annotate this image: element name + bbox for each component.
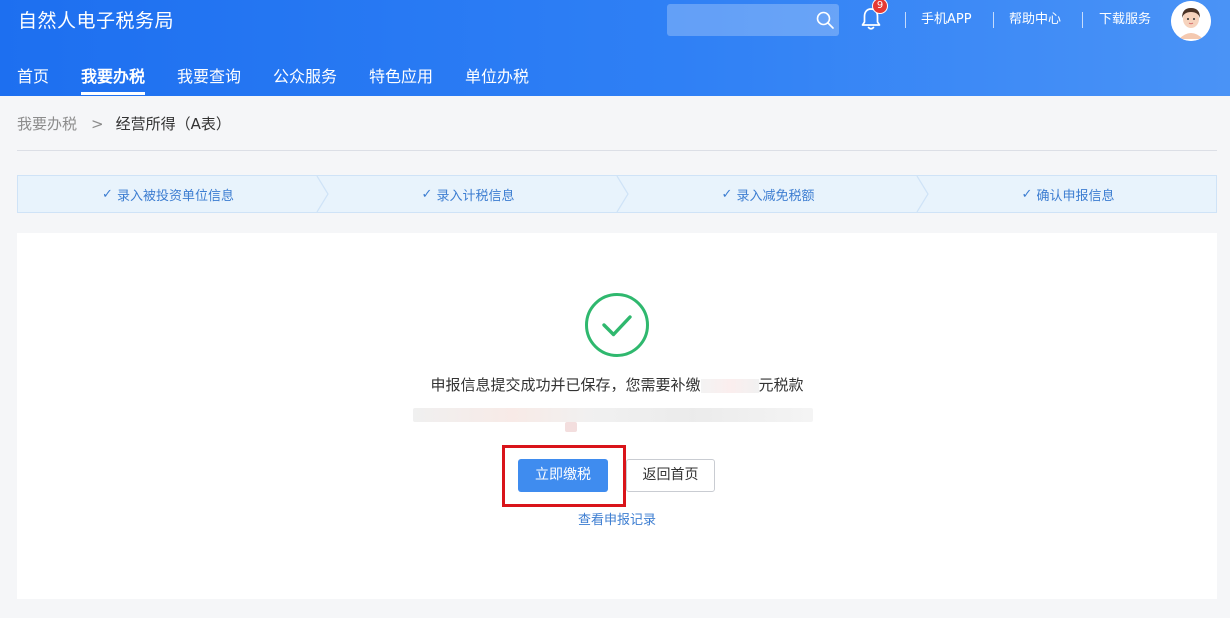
step-tax-info: ✓ 录入计税信息 — [318, 176, 618, 212]
download-link[interactable]: 下载服务 — [1099, 11, 1151, 29]
step-investee-info: ✓ 录入被投资单位信息 — [18, 176, 318, 212]
step-label: 录入计税信息 — [436, 188, 515, 204]
check-icon: ✓ — [1021, 186, 1033, 202]
divider — [993, 12, 994, 28]
breadcrumb: 我要办税 > 经营所得（A表） — [17, 113, 231, 135]
breadcrumb-root[interactable]: 我要办税 — [17, 115, 77, 133]
divider — [1082, 12, 1083, 28]
nav-item-query[interactable]: 我要查询 — [177, 66, 241, 88]
nav-item-tax-handling[interactable]: 我要办税 — [81, 66, 145, 88]
step-tax-relief: ✓ 录入减免税额 — [618, 176, 918, 212]
search-input[interactable] — [667, 4, 839, 36]
notification-badge: 9 — [872, 0, 888, 14]
redacted-info — [413, 408, 813, 422]
help-center-link[interactable]: 帮助中心 — [1009, 11, 1061, 29]
app-title: 自然人电子税务局 — [18, 10, 175, 32]
mobile-app-link[interactable]: 手机APP — [921, 11, 972, 29]
check-icon: ✓ — [421, 186, 433, 202]
success-message: 申报信息提交成功并已保存，您需要补缴 元税款 — [17, 374, 1217, 396]
avatar[interactable] — [1171, 1, 1211, 41]
result-card: 申报信息提交成功并已保存，您需要补缴 元税款 立即缴税 返回首页 查看申报记录 — [17, 233, 1217, 599]
step-label: 确认申报信息 — [1036, 188, 1115, 204]
success-check-icon — [585, 293, 649, 357]
return-home-button[interactable]: 返回首页 — [626, 459, 715, 492]
check-icon: ✓ — [721, 186, 733, 202]
divider — [17, 150, 1217, 151]
step-label: 录入被投资单位信息 — [116, 188, 234, 204]
check-icon: ✓ — [102, 186, 113, 202]
search-icon[interactable] — [815, 10, 835, 30]
step-confirm: ✓ 确认申报信息 — [918, 176, 1218, 212]
view-records-link: 查看申报记录 — [17, 511, 1217, 531]
progress-steps: ✓ 录入被投资单位信息 ✓ 录入计税信息 ✓ 录入减免税额 ✓ 确认申报信息 — [17, 175, 1217, 213]
redacted-amount — [700, 378, 759, 393]
nav-item-home[interactable]: 首页 — [17, 66, 49, 88]
divider — [905, 12, 906, 28]
pay-tax-button[interactable]: 立即缴税 — [518, 459, 608, 492]
nav-item-special-apps[interactable]: 特色应用 — [369, 66, 433, 88]
chevron-right-icon: > — [91, 115, 104, 133]
success-message-text: 申报信息提交成功并已保存，您需要补缴 — [430, 376, 701, 394]
active-tab-indicator — [81, 92, 145, 95]
step-label: 录入减免税额 — [736, 188, 815, 204]
nav-item-public-service[interactable]: 公众服务 — [273, 66, 337, 88]
view-records-link-text[interactable]: 查看申报记录 — [578, 513, 656, 528]
redacted-info — [565, 422, 577, 432]
success-message-tail: 元税款 — [758, 376, 804, 394]
top-header: 自然人电子税务局 9 手机APP 帮助中心 下载服务 首页 我要办税 我要查询 … — [0, 0, 1230, 96]
breadcrumb-current: 经营所得（A表） — [115, 115, 231, 133]
nav-item-unit-tax[interactable]: 单位办税 — [465, 66, 529, 88]
user-avatar-icon — [1171, 1, 1211, 41]
